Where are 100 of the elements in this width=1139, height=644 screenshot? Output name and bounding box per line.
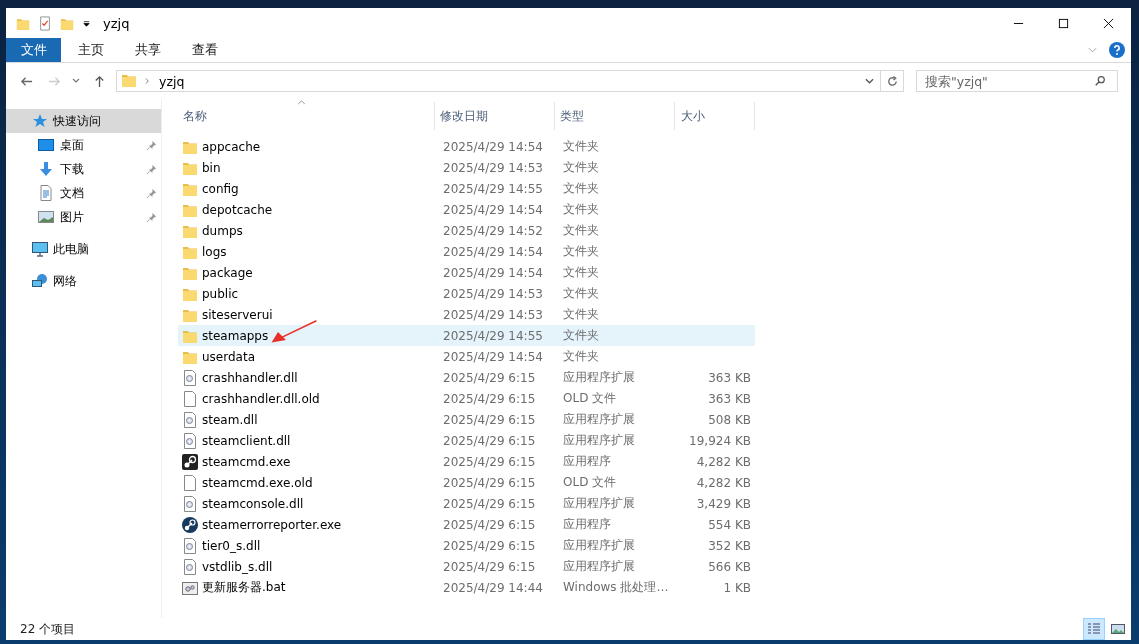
sidebar-item[interactable]: 图片 [6,205,161,229]
table-cell-text: 文件夹 [562,327,600,344]
table-cell-text: 2025/4/29 6:15 [442,391,537,406]
file-name: package [202,265,253,280]
search-field[interactable]: 搜索"yzjq" [916,70,1118,92]
table-cell-text: 文件夹 [562,306,600,323]
table-cell-text: 文件夹 [562,264,600,281]
table-cell-text: 2025/4/29 14:55 [442,328,544,343]
table-cell-text: 2025/4/29 6:15 [442,412,537,427]
file-row[interactable]: steamcmd.exe 2025/4/29 6:15 应用程序 4,282 KB [178,451,755,472]
sidebar-item[interactable]: 文档 [6,181,161,205]
file-row[interactable]: siteserverui 2025/4/29 14:53 文件夹 [178,304,755,325]
file-name: crashhandler.dll [202,370,298,385]
chevron-down-icon[interactable] [72,78,80,84]
file-name: depotcache [202,202,273,217]
table-cell-text: 2025/4/29 14:53 [442,307,544,322]
table-cell-text: 2025/4/29 14:53 [442,286,544,301]
column-header[interactable]: 大小 [675,102,755,130]
table-cell-text: 2025/4/29 14:54 [442,265,544,280]
globe-monitor-icon [32,273,48,289]
blank-file-icon [182,474,198,491]
gear-file-icon [182,369,198,386]
file-row[interactable]: steamerrorreporter.exe 2025/4/29 6:15 应用程序 554 KB [178,514,755,535]
file-row[interactable]: steamconsole.dll 2025/4/29 6:15 应用程序扩展 3,429 KB [178,493,755,514]
table-cell-text: 应用程序扩展 [562,369,636,386]
ribbon-tab[interactable]: 主页 [63,38,118,62]
table-cell-text: 应用程序 [562,516,612,533]
file-row[interactable]: crashhandler.dll.old 2025/4/29 6:15 OLD 文件 363 KB [178,388,755,409]
file-menu-tab[interactable]: 文件 [6,38,61,62]
file-row[interactable]: crashhandler.dll 2025/4/29 6:15 应用程序扩展 363 KB [178,367,755,388]
chevron-down-icon[interactable] [865,78,874,84]
file-name: siteserverui [202,307,273,322]
table-cell-text: 2025/4/29 14:54 [442,202,544,217]
sidebar-item[interactable]: 快速访问 [6,109,161,133]
sidebar-item[interactable]: 下载 [6,157,161,181]
window-title: yzjq [103,15,130,31]
table-cell-text: 应用程序扩展 [562,495,636,512]
table-cell-text: 19,924 KB [688,433,752,448]
app-icon [182,516,198,533]
table-cell-text: 应用程序扩展 [562,537,636,554]
table-cell-text: 1 KB [722,580,752,595]
column-header[interactable]: 类型 [555,102,675,130]
file-row[interactable]: steamapps 2025/4/29 14:55 文件夹 [178,325,755,346]
file-row[interactable]: vstdlib_s.dll 2025/4/29 6:15 应用程序扩展 566 KB [178,556,755,577]
table-cell-text: OLD 文件 [562,390,618,407]
file-row[interactable]: userdata 2025/4/29 14:54 文件夹 [178,346,755,367]
file-row[interactable]: appcache 2025/4/29 14:54 文件夹 [178,136,755,157]
sidebar-item[interactable]: 桌面 [6,133,161,157]
file-row[interactable]: steam.dll 2025/4/29 6:15 应用程序扩展 508 KB [178,409,755,430]
table-cell-text: 2025/4/29 6:15 [442,370,537,385]
file-row[interactable]: logs 2025/4/29 14:54 文件夹 [178,241,755,262]
address-path: yzjq [159,73,185,89]
chevron-right-icon [145,77,150,85]
table-cell-text: 2025/4/29 6:15 [442,496,537,511]
file-name: steamconsole.dll [202,496,304,511]
file-name: public [202,286,239,301]
download-arrow-icon [38,161,54,177]
file-row[interactable]: steamclient.dll 2025/4/29 6:15 应用程序扩展 19,924 KB [178,430,755,451]
table-cell-text: 2025/4/29 14:54 [442,139,544,154]
file-row[interactable]: 更新服务器.bat 2025/4/29 14:44 Windows 批处理… 1 KB [178,577,755,598]
monitor-icon [38,137,54,153]
table-cell-text: 2025/4/29 6:15 [442,559,537,574]
file-row[interactable]: depotcache 2025/4/29 14:54 文件夹 [178,199,755,220]
column-header[interactable]: 修改日期 [435,102,555,130]
ribbon-tab[interactable]: 查看 [177,38,232,62]
help-icon[interactable] [1109,42,1125,58]
file-row[interactable]: config 2025/4/29 14:55 文件夹 [178,178,755,199]
file-row[interactable]: dumps 2025/4/29 14:52 文件夹 [178,220,755,241]
table-cell-text: 508 KB [707,412,752,427]
table-cell-text: 2025/4/29 6:15 [442,454,537,469]
table-cell-text: 566 KB [707,559,752,574]
table-cell-text: 应用程序扩展 [562,411,636,428]
table-cell-text: 2025/4/29 6:15 [442,475,537,490]
table-cell-text: 2025/4/29 14:52 [442,223,544,238]
checklist-icon[interactable] [38,14,52,32]
file-name: 更新服务器.bat [202,579,286,596]
file-row[interactable]: bin 2025/4/29 14:53 文件夹 [178,157,755,178]
file-row[interactable]: package 2025/4/29 14:54 文件夹 [178,262,755,283]
file-row[interactable]: steamcmd.exe.old 2025/4/29 6:15 OLD 文件 4,282 KB [178,472,755,493]
table-cell-text: 应用程序扩展 [562,558,636,575]
table-cell-text: 文件夹 [562,348,600,365]
column-header[interactable]: 名称 [178,102,435,130]
sidebar-item[interactable]: 此电脑 [6,237,161,261]
file-name: steamerrorreporter.exe [202,517,342,532]
sidebar-item[interactable]: 网络 [6,269,161,293]
star-icon [32,113,48,129]
file-name: steamcmd.exe.old [202,475,313,490]
ribbon-tab[interactable]: 共享 [120,38,175,62]
file-row[interactable]: tier0_s.dll 2025/4/29 6:15 应用程序扩展 352 KB [178,535,755,556]
table-cell-text: 文件夹 [562,201,600,218]
file-row[interactable]: public 2025/4/29 14:53 文件夹 [178,283,755,304]
item-count: 22 个项目 [20,620,76,638]
table-cell-text: 554 KB [707,517,752,532]
dropdown-icon[interactable] [82,18,91,28]
file-name: dumps [202,223,243,238]
file-name: tier0_s.dll [202,538,261,553]
table-cell-text: 4,282 KB [695,454,752,469]
up-arrow-icon[interactable] [93,74,106,88]
file-name: logs [202,244,227,259]
address-bar[interactable]: yzjq [116,70,904,92]
